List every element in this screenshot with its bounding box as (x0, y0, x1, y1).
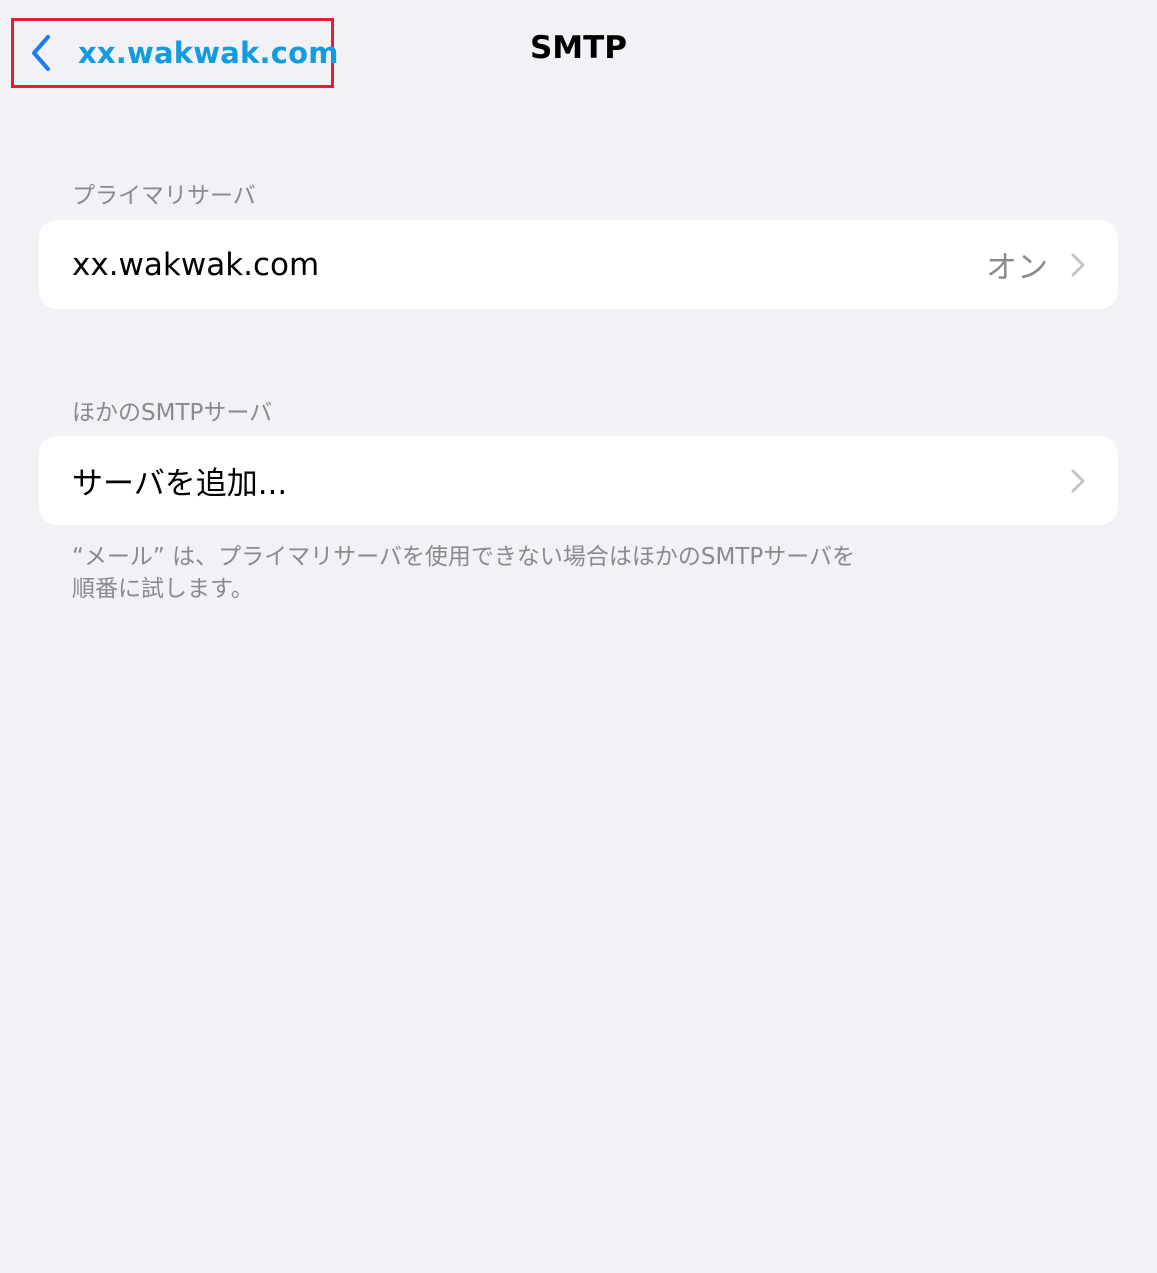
primary-server-section-header: プライマリサーバ (72, 183, 256, 209)
other-servers-section-header: ほかのSMTPサーバ (72, 400, 273, 426)
primary-server-name: xx.wakwak.com (72, 246, 320, 283)
primary-server-row[interactable]: xx.wakwak.com オン (39, 220, 1118, 309)
add-server-row[interactable]: サーバを追加... (39, 436, 1118, 525)
navigation-bar: xx.wakwak.com SMTP (0, 0, 1157, 108)
primary-server-status: オン (986, 250, 1048, 286)
chevron-right-icon (1070, 251, 1086, 279)
footer-note-line-1: “メール” は、プライマリサーバを使用できない場合はほかのSMTPサーバを (72, 544, 856, 570)
other-servers-footer-note: “メール” は、プライマリサーバを使用できない場合はほかのSMTPサーバを 順番… (72, 541, 952, 605)
page-title: SMTP (529, 30, 628, 66)
footer-note-line-2: 順番に試します。 (72, 576, 254, 602)
chevron-right-icon (1070, 467, 1086, 495)
add-server-label: サーバを追加... (72, 466, 288, 502)
